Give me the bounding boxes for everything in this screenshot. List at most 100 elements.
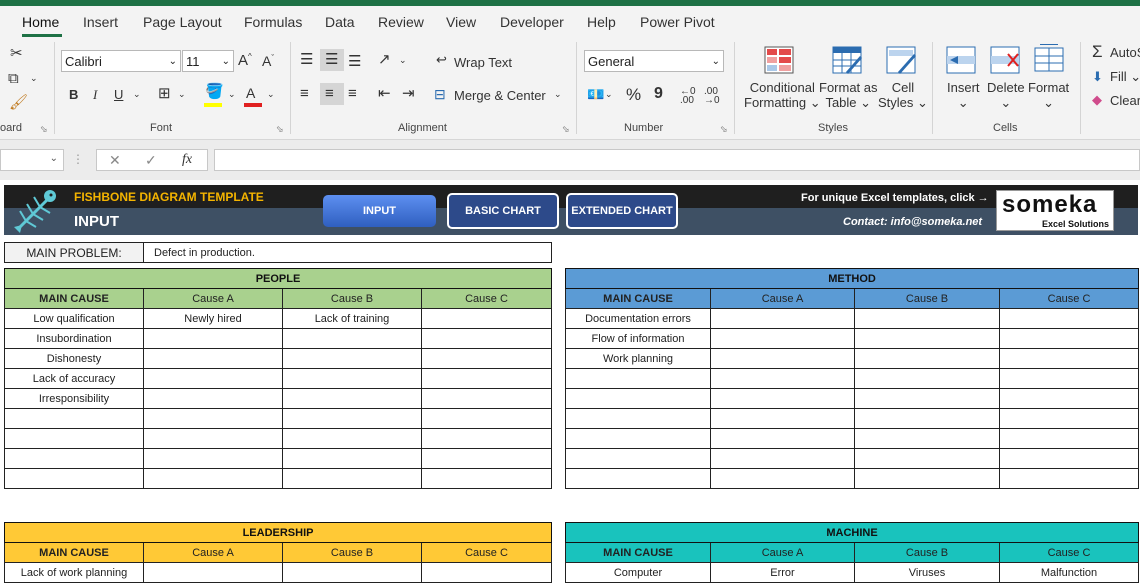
method-cell[interactable] — [854, 328, 1000, 349]
merge-dropdown-icon[interactable]: ⌄ — [554, 90, 562, 99]
people-cell[interactable] — [421, 388, 552, 409]
font-color-dropdown-icon[interactable]: ⌄ — [267, 90, 275, 99]
method-cell[interactable] — [998, 308, 1140, 329]
promo-link[interactable]: For unique Excel templates, click → — [801, 192, 989, 204]
people-cell[interactable] — [282, 448, 422, 469]
leadership-cell[interactable] — [420, 562, 553, 583]
align-middle-selected[interactable]: ☰ — [320, 49, 344, 71]
people-cell[interactable] — [421, 448, 552, 469]
method-cell[interactable] — [854, 408, 1000, 429]
people-cell[interactable] — [143, 388, 283, 409]
method-cell[interactable] — [565, 368, 711, 389]
method-cell[interactable] — [998, 368, 1140, 389]
people-cell[interactable] — [282, 468, 422, 489]
format-cells-button[interactable]: Format ⌄ — [1028, 80, 1069, 111]
method-cell[interactable]: Flow of information — [565, 328, 711, 349]
method-cell[interactable] — [854, 348, 1000, 369]
italic-button[interactable]: I — [93, 87, 97, 103]
format-as-table-button[interactable]: Format as Table ⌄ — [819, 80, 878, 111]
increase-decimal-icon[interactable]: ←0.00 — [680, 87, 696, 106]
contact-email[interactable]: Contact: info@someka.net — [843, 216, 982, 228]
method-cell[interactable] — [710, 328, 855, 349]
method-cell[interactable]: Documentation errors — [565, 308, 711, 329]
method-cell[interactable] — [998, 408, 1140, 429]
accounting-format-icon[interactable]: 💶 — [587, 87, 604, 101]
grow-font-button[interactable]: A^ — [238, 52, 252, 69]
align-top-icon[interactable]: ☰ — [300, 52, 313, 67]
method-cell[interactable] — [998, 428, 1140, 449]
people-cell[interactable] — [282, 388, 422, 409]
people-cell[interactable]: Lack of training — [282, 308, 422, 329]
people-cell[interactable] — [143, 408, 283, 429]
method-cell[interactable] — [710, 428, 855, 449]
method-cell[interactable] — [998, 348, 1140, 369]
main-problem-value[interactable]: Defect in production. — [143, 242, 552, 263]
cell-styles-button[interactable]: Cell Styles ⌄ — [878, 80, 928, 111]
font-color-button[interactable]: A — [246, 85, 255, 101]
formula-input[interactable] — [214, 149, 1140, 171]
tab-data[interactable]: Data — [325, 14, 355, 30]
method-cell[interactable] — [565, 468, 711, 489]
name-box[interactable]: ⌄ — [0, 149, 64, 171]
cancel-formula-icon[interactable]: ✕ — [109, 152, 121, 169]
method-cell[interactable] — [565, 388, 711, 409]
people-cell[interactable] — [421, 408, 552, 429]
people-cell[interactable] — [143, 448, 283, 469]
people-cell[interactable] — [4, 468, 144, 489]
conditional-formatting-button[interactable]: Conditional Formatting ⌄ — [744, 80, 821, 111]
method-cell[interactable] — [565, 428, 711, 449]
people-cell[interactable] — [421, 328, 552, 349]
wrap-text-button[interactable]: Wrap Text — [454, 55, 512, 70]
people-cell[interactable] — [143, 428, 283, 449]
people-cell[interactable]: Low qualification — [4, 308, 144, 329]
tab-insert[interactable]: Insert — [83, 14, 118, 30]
extended-chart-button[interactable]: EXTENDED CHART — [566, 193, 678, 229]
accounting-dropdown-icon[interactable]: ⌄ — [605, 90, 613, 99]
underline-dropdown-icon[interactable]: ⌄ — [133, 90, 141, 99]
shrink-font-button[interactable]: Aˇ — [262, 53, 274, 69]
tab-home[interactable]: Home — [22, 14, 59, 30]
basic-chart-button[interactable]: BASIC CHART — [447, 193, 559, 229]
method-cell[interactable] — [710, 408, 855, 429]
method-cell[interactable] — [710, 348, 855, 369]
people-cell[interactable] — [282, 368, 422, 389]
people-cell[interactable] — [282, 428, 422, 449]
clipboard-launcher-icon[interactable]: ⬂ — [40, 124, 48, 135]
people-cell[interactable]: Dishonesty — [4, 348, 144, 369]
method-cell[interactable] — [854, 448, 1000, 469]
people-cell[interactable] — [4, 408, 144, 429]
tab-formulas[interactable]: Formulas — [244, 14, 302, 30]
method-cell[interactable] — [710, 388, 855, 409]
number-launcher-icon[interactable]: ⬂ — [720, 124, 728, 135]
people-cell[interactable]: Irresponsibility — [4, 388, 144, 409]
method-cell[interactable] — [710, 368, 855, 389]
orientation-icon[interactable]: ↗ — [378, 52, 391, 67]
method-cell[interactable] — [710, 468, 855, 489]
people-cell[interactable]: Newly hired — [143, 308, 283, 329]
number-format-select[interactable]: General ⌄ — [584, 50, 724, 72]
tab-help[interactable]: Help — [587, 14, 616, 30]
enter-formula-icon[interactable]: ✓ — [145, 152, 157, 169]
increase-indent-icon[interactable]: ⇥ — [402, 86, 415, 101]
people-cell[interactable] — [282, 348, 422, 369]
method-cell[interactable] — [565, 448, 711, 469]
method-cell[interactable] — [854, 428, 1000, 449]
leadership-cell[interactable]: Lack of work planning — [4, 562, 144, 583]
autosum-button[interactable]: AutoS — [1110, 45, 1140, 60]
fill-button[interactable]: Fill ⌄ — [1110, 69, 1140, 85]
machine-cell[interactable]: Malfunction — [998, 562, 1140, 583]
fill-color-dropdown-icon[interactable]: ⌄ — [228, 90, 236, 99]
machine-cell[interactable]: Error — [710, 562, 855, 583]
tab-page-layout[interactable]: Page Layout — [143, 14, 222, 30]
percent-style-button[interactable]: % — [626, 85, 641, 105]
insert-function-icon[interactable]: fx — [182, 152, 192, 168]
leadership-cell[interactable] — [282, 562, 422, 583]
people-cell[interactable] — [4, 448, 144, 469]
people-cell[interactable] — [421, 468, 552, 489]
align-center-selected[interactable]: ≡ — [320, 83, 344, 105]
input-button[interactable]: INPUT — [323, 195, 436, 227]
font-name-select[interactable]: Calibri ⌄ — [61, 50, 181, 72]
method-cell[interactable] — [854, 368, 1000, 389]
people-cell[interactable]: Insubordination — [4, 328, 144, 349]
method-cell[interactable]: Work planning — [565, 348, 711, 369]
